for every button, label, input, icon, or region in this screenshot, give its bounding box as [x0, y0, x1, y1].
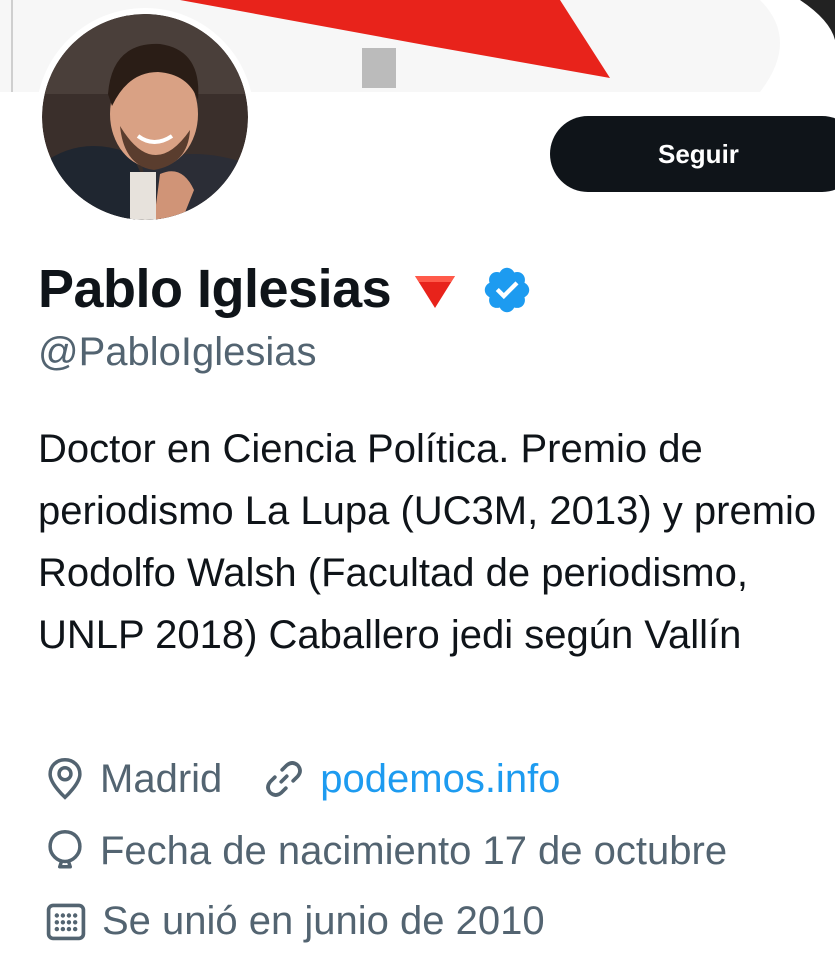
location-text: Madrid	[100, 756, 223, 801]
follow-button-label: Seguir	[658, 138, 739, 169]
red-triangle-icon	[413, 272, 457, 315]
link-icon	[262, 757, 306, 801]
profile-meta-location-website: Madrid podemos.info	[44, 754, 560, 804]
display-name: Pablo Iglesias	[38, 259, 392, 319]
profile-meta-birthday: Fecha de nacimiento 17 de octubre	[44, 826, 727, 876]
verified-badge-icon[interactable]	[481, 264, 533, 321]
display-name-row: Pablo Iglesias	[38, 254, 533, 324]
profile-bio: Doctor en Ciencia Política. Premio de pe…	[38, 427, 817, 657]
birthday-text: Fecha de nacimiento 17 de octubre	[100, 828, 728, 873]
profile-avatar[interactable]	[36, 8, 254, 226]
avatar-photo	[42, 14, 248, 220]
profile-meta-joined: Se unió en junio de 2010	[44, 896, 545, 946]
joined-text: Se unió en junio de 2010	[102, 898, 545, 943]
balloon-icon	[44, 828, 86, 874]
follow-button[interactable]: Seguir	[550, 116, 835, 192]
website-link[interactable]: podemos.info	[320, 757, 560, 802]
user-handle: @PabloIglesias	[38, 330, 317, 374]
calendar-icon	[44, 899, 88, 943]
location-pin-icon	[44, 756, 86, 802]
